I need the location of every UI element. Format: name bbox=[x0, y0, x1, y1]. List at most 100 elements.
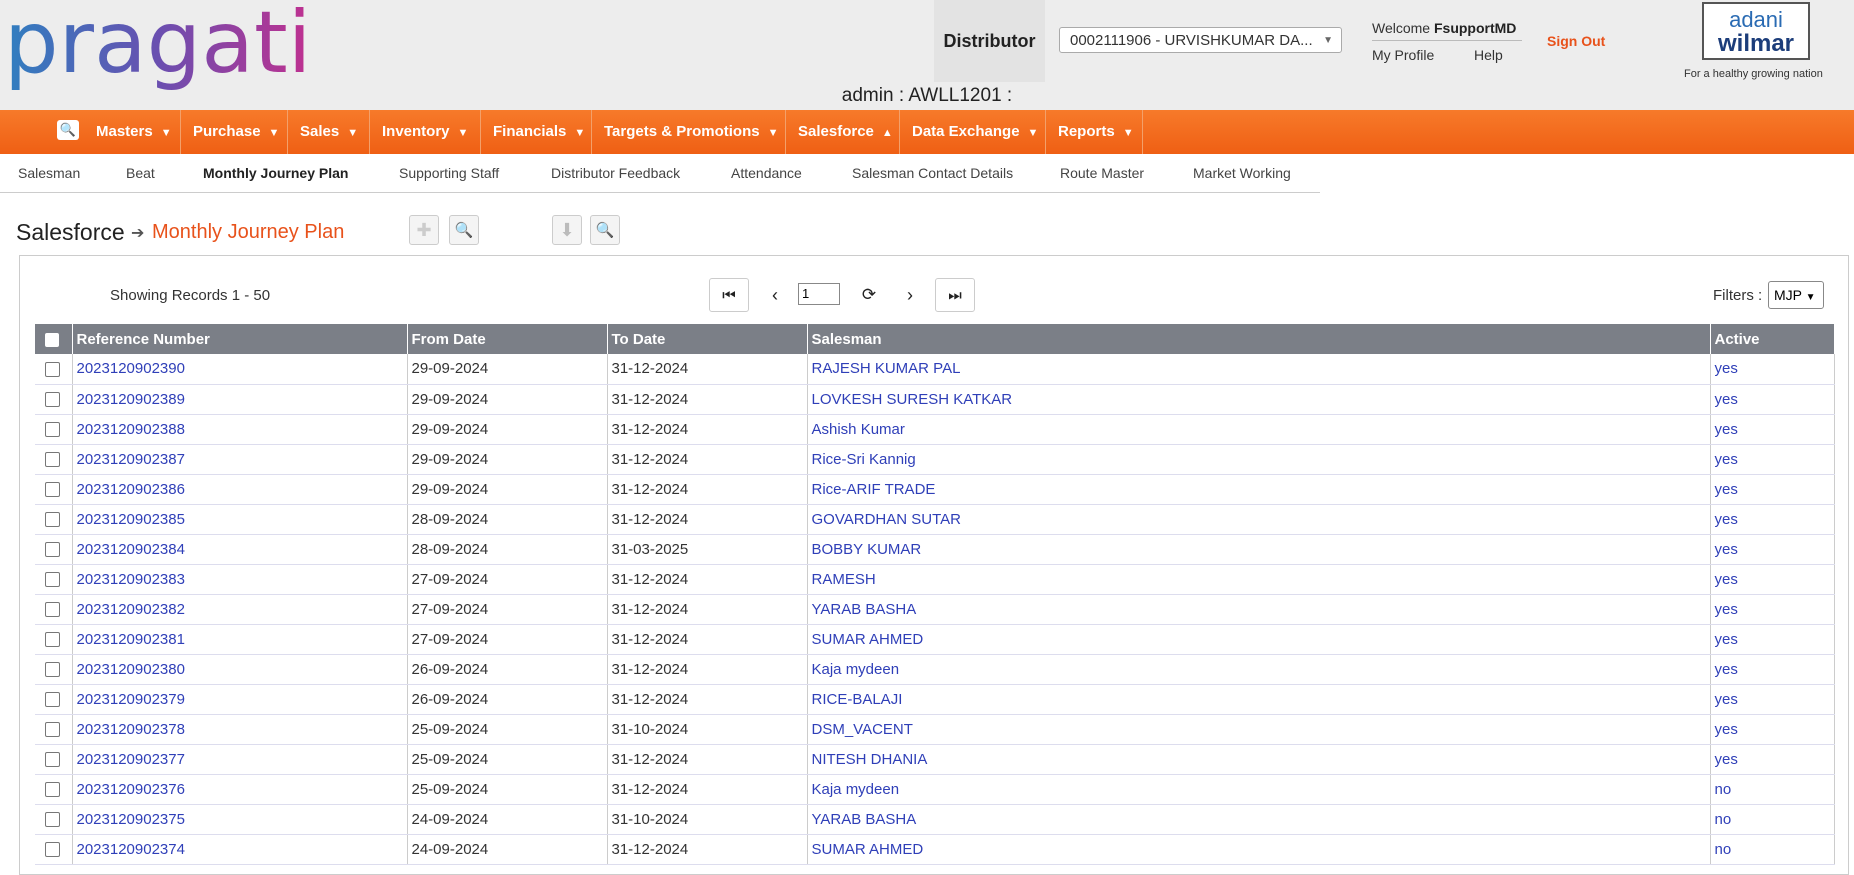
nav-targets-promotions[interactable]: Targets & Promotions ▼ bbox=[592, 110, 786, 154]
last-page-icon[interactable]: ⏭ bbox=[935, 278, 975, 312]
first-page-icon[interactable]: ⏮ bbox=[709, 278, 749, 312]
preview-icon[interactable]: 🔍 bbox=[590, 215, 620, 245]
row-checkbox[interactable] bbox=[45, 482, 60, 498]
reference-number-link[interactable]: 2023120902378 bbox=[72, 714, 408, 745]
refresh-icon[interactable]: ⟳ bbox=[855, 278, 883, 312]
active-link[interactable]: yes bbox=[1710, 564, 1835, 595]
page-input[interactable]: 1 bbox=[798, 283, 840, 305]
col-active[interactable]: Active bbox=[1710, 324, 1835, 354]
active-link[interactable]: yes bbox=[1710, 384, 1835, 415]
row-checkbox[interactable] bbox=[45, 392, 60, 408]
nav-inventory[interactable]: Inventory ▼ bbox=[370, 110, 481, 154]
salesman-link[interactable]: RAMESH bbox=[807, 564, 1711, 595]
nav-reports[interactable]: Reports ▼ bbox=[1046, 110, 1143, 154]
salesman-link[interactable]: YARAB BASHA bbox=[807, 594, 1711, 625]
salesman-link[interactable]: Kaja mydeen bbox=[807, 774, 1711, 805]
next-page-icon[interactable]: › bbox=[896, 278, 924, 312]
salesman-link[interactable]: RAJESH KUMAR PAL bbox=[807, 354, 1711, 385]
row-checkbox[interactable] bbox=[45, 452, 60, 468]
row-checkbox[interactable] bbox=[45, 842, 60, 858]
row-checkbox[interactable] bbox=[45, 602, 60, 618]
salesman-link[interactable]: LOVKESH SURESH KATKAR bbox=[807, 384, 1711, 415]
col-salesman[interactable]: Salesman bbox=[807, 324, 1711, 354]
row-checkbox[interactable] bbox=[45, 361, 60, 377]
breadcrumb-section[interactable]: Salesforce bbox=[16, 219, 125, 246]
help-link[interactable]: Help bbox=[1474, 47, 1503, 63]
row-checkbox[interactable] bbox=[45, 692, 60, 708]
subnav-distributor-feedback[interactable]: Distributor Feedback bbox=[551, 165, 680, 181]
salesman-link[interactable]: YARAB BASHA bbox=[807, 804, 1711, 835]
reference-number-link[interactable]: 2023120902377 bbox=[72, 744, 408, 775]
active-link[interactable]: yes bbox=[1710, 474, 1835, 505]
row-checkbox[interactable] bbox=[45, 752, 60, 768]
active-link[interactable]: yes bbox=[1710, 714, 1835, 745]
subnav-salesman-contact-details[interactable]: Salesman Contact Details bbox=[852, 165, 1013, 181]
reference-number-link[interactable]: 2023120902385 bbox=[72, 504, 408, 535]
reference-number-link[interactable]: 2023120902380 bbox=[72, 654, 408, 685]
select-all-header[interactable] bbox=[35, 324, 73, 354]
search-icon[interactable]: 🔍 bbox=[57, 120, 79, 140]
salesman-link[interactable]: SUMAR AHMED bbox=[807, 624, 1711, 655]
subnav-market-working[interactable]: Market Working bbox=[1193, 165, 1291, 181]
subnav-attendance[interactable]: Attendance bbox=[731, 165, 802, 181]
salesman-link[interactable]: NITESH DHANIA bbox=[807, 744, 1711, 775]
nav-purchase[interactable]: Purchase ▼ bbox=[181, 110, 288, 154]
subnav-monthly-journey-plan[interactable]: Monthly Journey Plan bbox=[203, 165, 348, 181]
reference-number-link[interactable]: 2023120902389 bbox=[72, 384, 408, 415]
active-link[interactable]: yes bbox=[1710, 744, 1835, 775]
active-link[interactable]: no bbox=[1710, 774, 1835, 805]
active-link[interactable]: yes bbox=[1710, 654, 1835, 685]
row-checkbox[interactable] bbox=[45, 662, 60, 678]
active-link[interactable]: yes bbox=[1710, 504, 1835, 535]
row-checkbox[interactable] bbox=[45, 632, 60, 648]
reference-number-link[interactable]: 2023120902375 bbox=[72, 804, 408, 835]
row-checkbox[interactable] bbox=[45, 782, 60, 798]
active-link[interactable]: yes bbox=[1710, 534, 1835, 565]
row-checkbox[interactable] bbox=[45, 812, 60, 828]
active-link[interactable]: yes bbox=[1710, 354, 1835, 385]
row-checkbox[interactable] bbox=[45, 542, 60, 558]
my-profile-link[interactable]: My Profile bbox=[1372, 47, 1434, 63]
active-link[interactable]: yes bbox=[1710, 444, 1835, 475]
salesman-link[interactable]: RICE-BALAJI bbox=[807, 684, 1711, 715]
col-to-date[interactable]: To Date bbox=[607, 324, 808, 354]
reference-number-link[interactable]: 2023120902379 bbox=[72, 684, 408, 715]
row-checkbox[interactable] bbox=[45, 572, 60, 588]
distributor-select[interactable]: 0002111906 - URVISHKUMAR DA... ▼ bbox=[1059, 27, 1342, 53]
reference-number-link[interactable]: 2023120902384 bbox=[72, 534, 408, 565]
row-checkbox[interactable] bbox=[45, 722, 60, 738]
active-link[interactable]: no bbox=[1710, 804, 1835, 835]
subnav-salesman[interactable]: Salesman bbox=[18, 165, 80, 181]
reference-number-link[interactable]: 2023120902388 bbox=[72, 414, 408, 445]
active-link[interactable]: no bbox=[1710, 834, 1835, 865]
col-from-date[interactable]: From Date bbox=[407, 324, 608, 354]
reference-number-link[interactable]: 2023120902383 bbox=[72, 564, 408, 595]
sign-out-link[interactable]: Sign Out bbox=[1547, 33, 1605, 49]
reference-number-link[interactable]: 2023120902374 bbox=[72, 834, 408, 865]
search-icon[interactable]: 🔍 bbox=[449, 215, 479, 245]
reference-number-link[interactable]: 2023120902376 bbox=[72, 774, 408, 805]
filter-select[interactable]: MJP ▼ bbox=[1768, 281, 1824, 309]
reference-number-link[interactable]: 2023120902387 bbox=[72, 444, 408, 475]
row-checkbox[interactable] bbox=[45, 422, 60, 438]
subnav-supporting-staff[interactable]: Supporting Staff bbox=[399, 165, 499, 181]
salesman-link[interactable]: BOBBY KUMAR bbox=[807, 534, 1711, 565]
subnav-route-master[interactable]: Route Master bbox=[1060, 165, 1144, 181]
reference-number-link[interactable]: 2023120902390 bbox=[72, 354, 408, 385]
active-link[interactable]: yes bbox=[1710, 594, 1835, 625]
salesman-link[interactable]: Rice-Sri Kannig bbox=[807, 444, 1711, 475]
row-checkbox[interactable] bbox=[45, 512, 60, 528]
prev-page-icon[interactable]: ‹ bbox=[761, 278, 789, 312]
reference-number-link[interactable]: 2023120902386 bbox=[72, 474, 408, 505]
salesman-link[interactable]: Rice-ARIF TRADE bbox=[807, 474, 1711, 505]
select-all-checkbox[interactable] bbox=[45, 332, 59, 347]
salesman-link[interactable]: Kaja mydeen bbox=[807, 654, 1711, 685]
salesman-link[interactable]: Ashish Kumar bbox=[807, 414, 1711, 445]
subnav-beat[interactable]: Beat bbox=[126, 165, 155, 181]
reference-number-link[interactable]: 2023120902382 bbox=[72, 594, 408, 625]
active-link[interactable]: yes bbox=[1710, 684, 1835, 715]
salesman-link[interactable]: DSM_VACENT bbox=[807, 714, 1711, 745]
salesman-link[interactable]: SUMAR AHMED bbox=[807, 834, 1711, 865]
col-reference-number[interactable]: Reference Number bbox=[72, 324, 408, 354]
salesman-link[interactable]: GOVARDHAN SUTAR bbox=[807, 504, 1711, 535]
